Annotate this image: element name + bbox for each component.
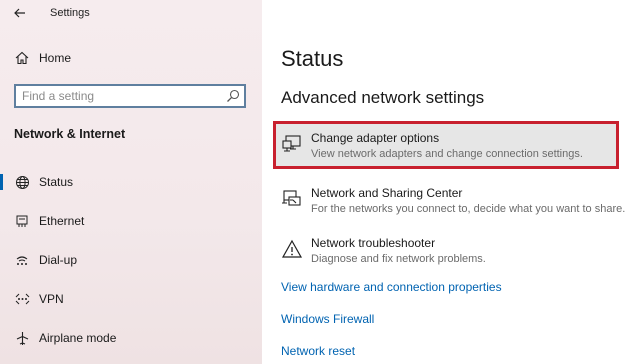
sidebar-item-label: Home xyxy=(39,51,72,65)
page-title: Status xyxy=(281,46,344,71)
home-icon xyxy=(14,50,30,66)
change-adapter-options-item[interactable]: Change adapter options View network adap… xyxy=(273,121,619,169)
search-field[interactable] xyxy=(14,84,246,108)
warning-icon xyxy=(281,239,303,258)
globe-icon xyxy=(14,174,30,190)
option-title: Network troubleshooter xyxy=(311,236,436,250)
sidebar-item-dial-up[interactable]: Dial-up xyxy=(0,247,262,273)
ethernet-icon xyxy=(14,213,30,229)
network-troubleshooter-item[interactable]: Network troubleshooter Diagnose and fix … xyxy=(273,226,619,274)
option-title: Network and Sharing Center xyxy=(311,186,463,200)
sidebar-item-label: Airplane mode xyxy=(39,331,117,345)
airplane-icon xyxy=(14,330,30,346)
view-hardware-properties-link[interactable]: View hardware and connection properties xyxy=(281,280,502,294)
vpn-icon xyxy=(14,291,30,307)
network-sharing-center-item[interactable]: Network and Sharing Center For the netwo… xyxy=(273,176,625,224)
search-input[interactable] xyxy=(16,87,216,105)
option-title: Change adapter options xyxy=(311,131,440,145)
section-title: Advanced network settings xyxy=(281,88,485,107)
sidebar-item-label: Ethernet xyxy=(39,214,85,228)
option-description: For the networks you connect to, decide … xyxy=(311,203,626,215)
search-icon[interactable] xyxy=(226,89,240,103)
sharing-center-icon xyxy=(282,190,301,206)
dial-up-icon xyxy=(14,252,30,268)
sidebar-item-label: VPN xyxy=(39,292,64,306)
section-heading: Network & Internet xyxy=(14,127,126,141)
title-bar: Settings xyxy=(0,0,262,26)
main-content: Status Advanced network settings Change … xyxy=(262,0,640,364)
option-description: View network adapters and change connect… xyxy=(311,148,583,160)
option-description: Diagnose and fix network problems. xyxy=(311,253,486,265)
sidebar-item-vpn[interactable]: VPN xyxy=(0,286,262,312)
sidebar-item-label: Status xyxy=(39,175,74,189)
network-reset-link[interactable]: Network reset xyxy=(281,344,355,358)
sidebar-item-label: Dial-up xyxy=(39,253,78,267)
arrow-left-icon xyxy=(14,8,25,18)
app-title: Settings xyxy=(50,7,90,19)
sidebar-item-ethernet[interactable]: Ethernet xyxy=(0,208,262,234)
sidebar-item-home[interactable]: Home xyxy=(0,45,262,71)
windows-firewall-link[interactable]: Windows Firewall xyxy=(281,312,374,326)
adapter-icon xyxy=(282,135,301,152)
sidebar: Settings Home Network & Internet Status … xyxy=(0,0,262,364)
back-button[interactable] xyxy=(10,4,30,22)
sidebar-item-airplane-mode[interactable]: Airplane mode xyxy=(0,325,262,351)
sidebar-item-status[interactable]: Status xyxy=(0,169,262,195)
